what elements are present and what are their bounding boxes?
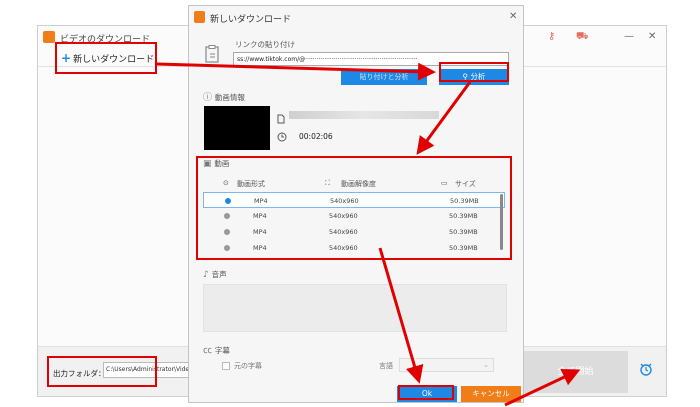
arrow-to-video-list (416, 81, 472, 155)
arrow-to-analyze (156, 62, 436, 81)
annotation-arrows (156, 62, 581, 407)
arrow-to-ok (378, 247, 424, 384)
arrow-to-download-all (504, 368, 581, 407)
